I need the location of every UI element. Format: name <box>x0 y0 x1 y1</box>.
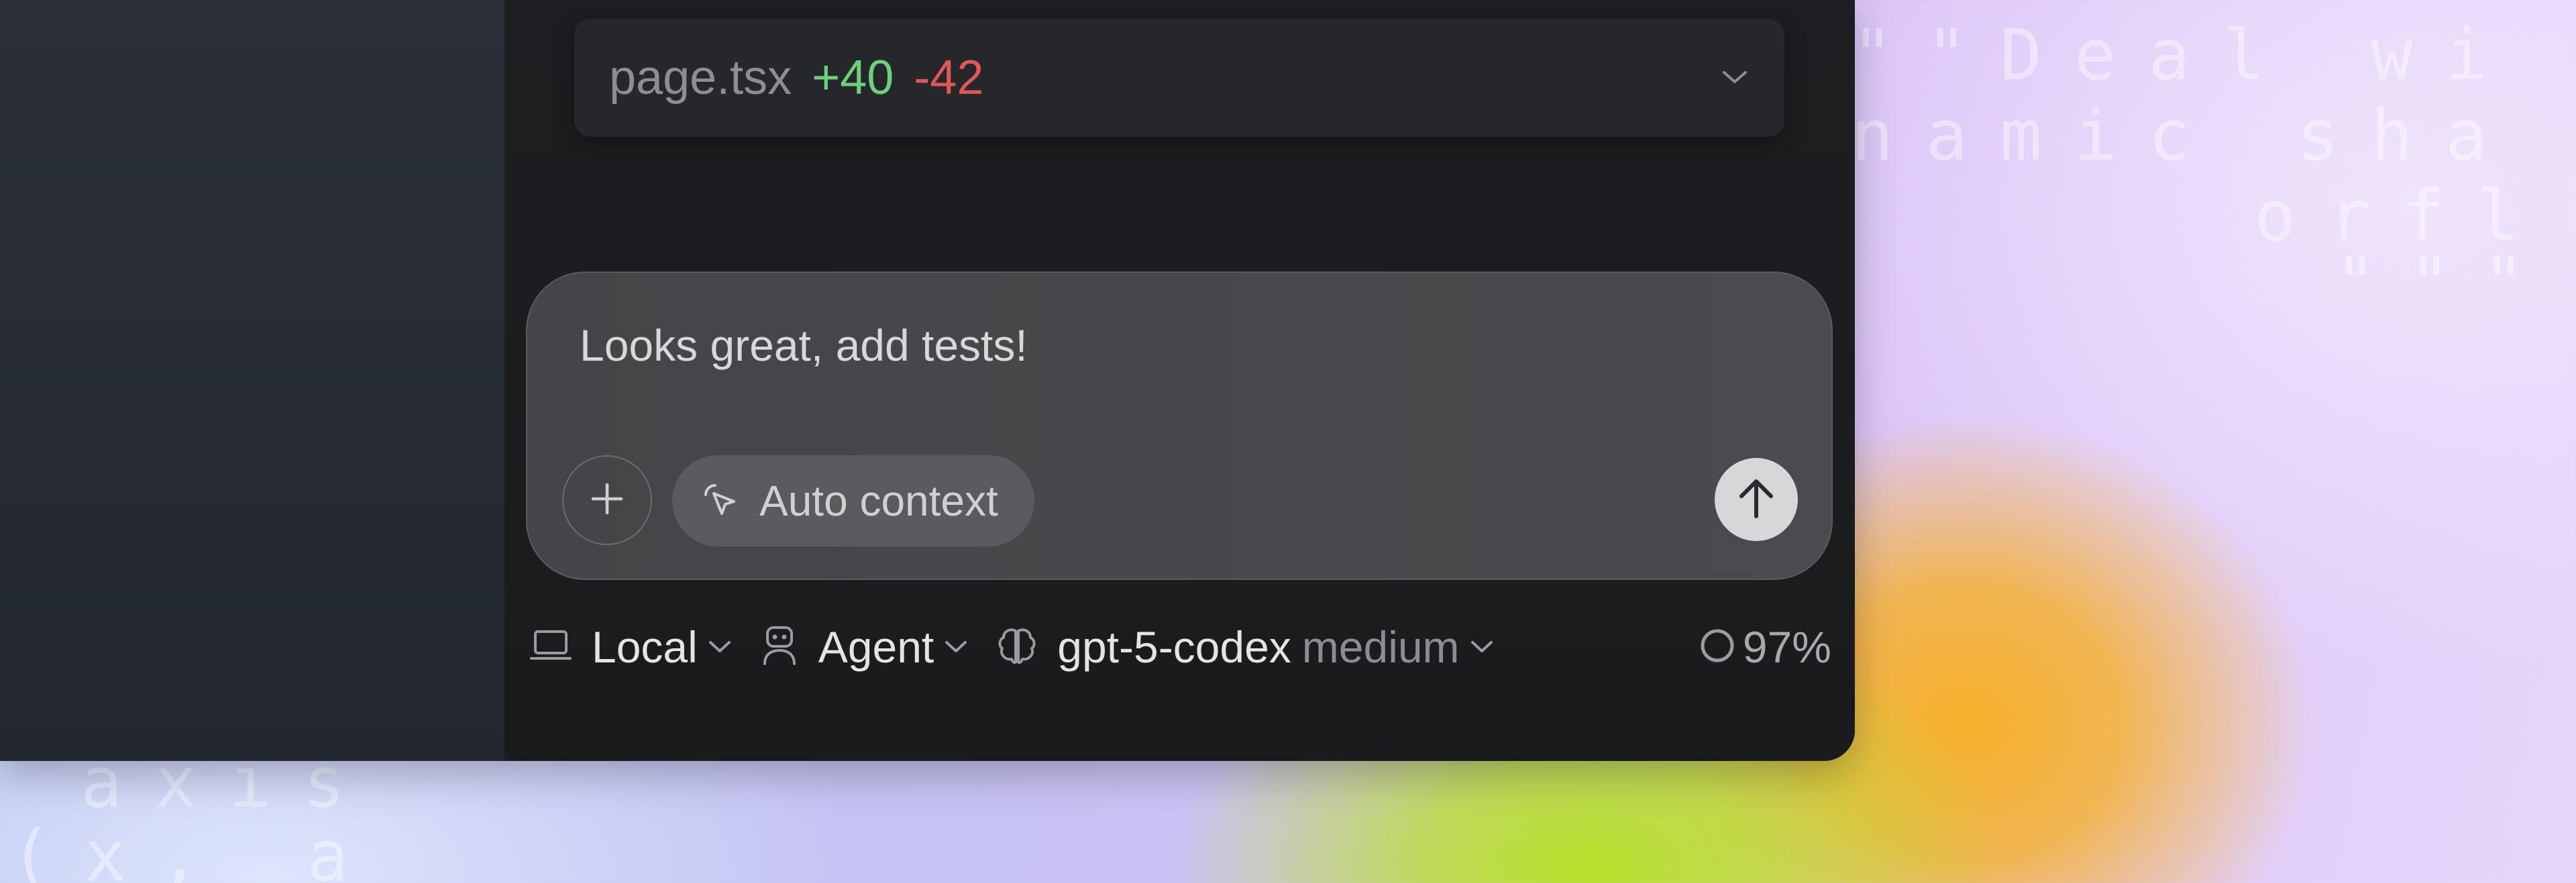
environment-label: Local <box>592 622 698 672</box>
environment-selector[interactable]: Local <box>530 622 731 672</box>
cursor-click-icon <box>699 479 741 524</box>
send-button[interactable] <box>1715 458 1798 541</box>
background-code-line: orfl <box>2254 175 2551 257</box>
chevron-down-icon[interactable] <box>1720 63 1750 93</box>
context-usage-indicator[interactable]: 97% <box>1699 622 1831 672</box>
message-composer[interactable]: Looks great, add tests! Auto context <box>526 272 1833 580</box>
laptop-icon <box>530 629 572 666</box>
message-input[interactable]: Looks great, add tests! <box>580 320 1028 371</box>
mode-label: Agent <box>818 622 934 672</box>
mode-selector[interactable]: Agent <box>761 622 967 672</box>
app-window: page.tsx +40 -42 Looks great, add tests!… <box>0 0 1855 761</box>
reasoning-level-label: medium <box>1301 622 1460 672</box>
background-code-line: ""Deal wi <box>1851 14 2520 96</box>
file-name: page.tsx <box>609 51 792 105</box>
model-selector[interactable]: gpt-5-codex medium <box>997 622 1493 672</box>
additions-count: +40 <box>812 51 894 105</box>
deletions-count: -42 <box>914 51 984 105</box>
model-label: gpt-5-codex <box>1057 622 1291 672</box>
file-diff-card[interactable]: page.tsx +40 -42 <box>574 19 1784 137</box>
composer-toolbar: Local Agent gpt-5-codex medium 97% <box>530 610 1831 684</box>
chevron-down-icon <box>1470 640 1493 654</box>
auto-context-button[interactable]: Auto context <box>672 455 1034 546</box>
background-code-line: (x, a <box>10 815 382 883</box>
robot-icon <box>761 625 798 670</box>
background-code-line: """ <box>2334 242 2557 324</box>
sidebar <box>0 0 504 761</box>
add-attachment-button[interactable] <box>562 455 652 545</box>
brain-icon <box>997 626 1037 669</box>
progress-ring-icon <box>1699 627 1736 668</box>
chevron-down-icon <box>708 640 731 654</box>
plus-icon <box>589 481 625 520</box>
background-code-line: namic sha <box>1851 95 2520 176</box>
chevron-down-icon <box>945 640 967 654</box>
arrow-up-icon <box>1736 476 1776 524</box>
context-usage-value: 97% <box>1742 622 1831 672</box>
auto-context-label: Auto context <box>759 477 998 525</box>
